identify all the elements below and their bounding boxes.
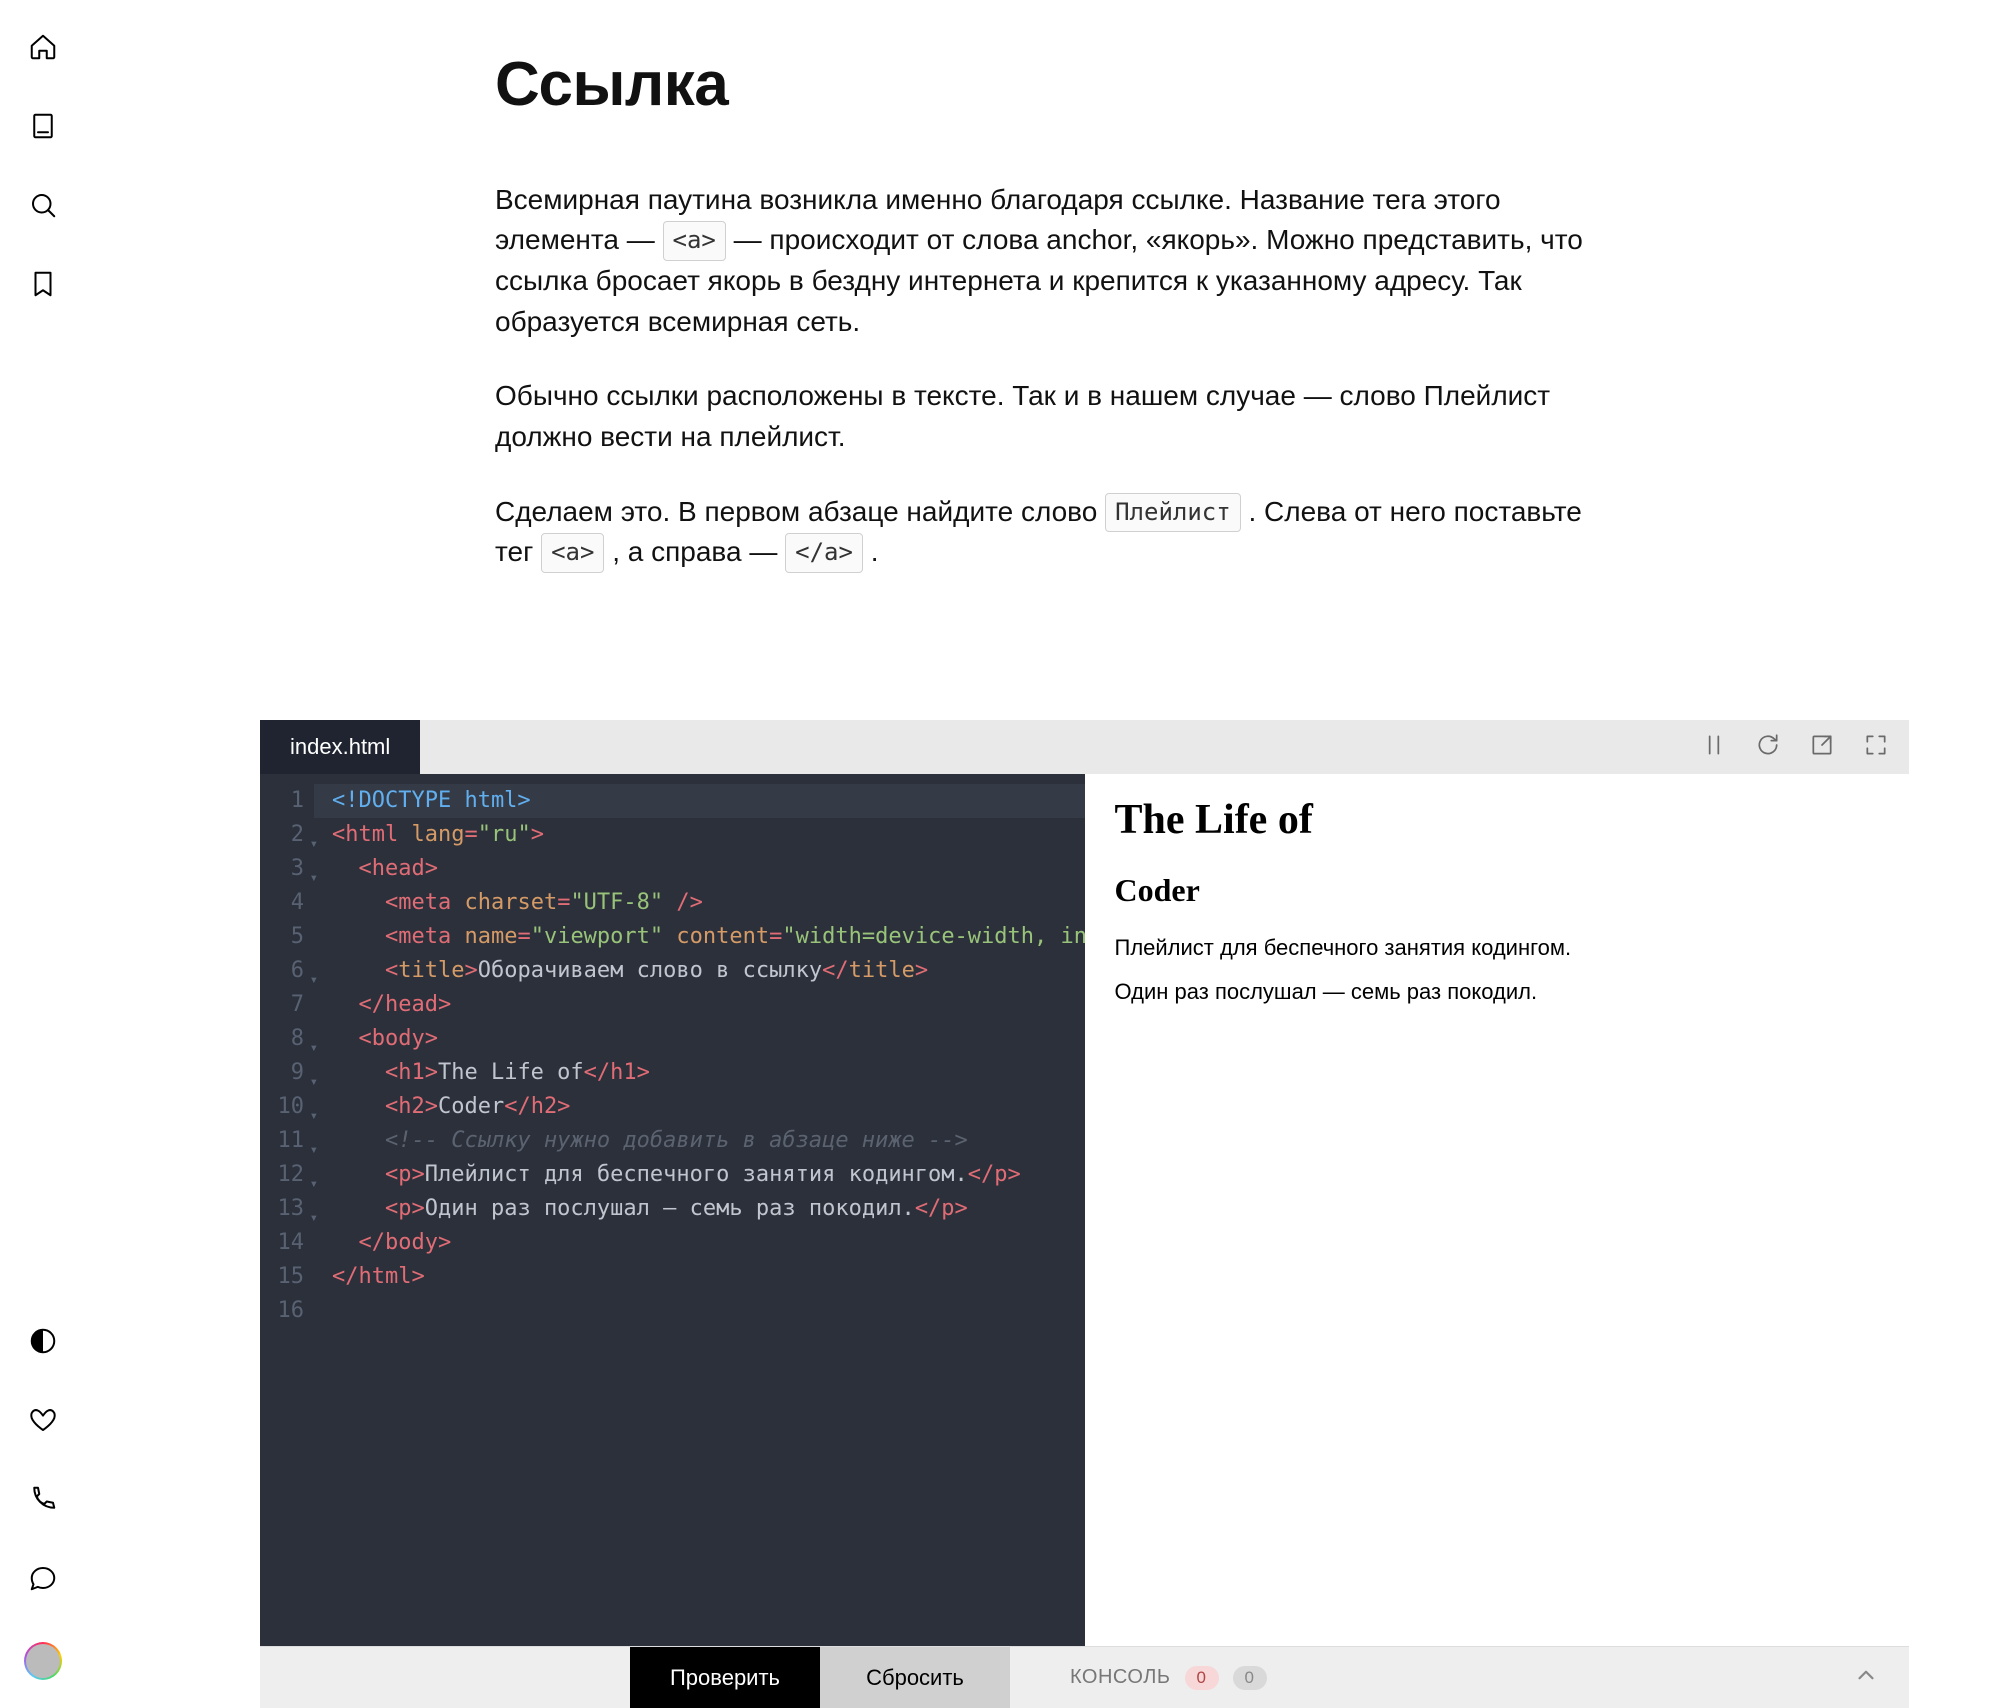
- chevron-up-icon[interactable]: [1853, 1662, 1879, 1694]
- preview-paragraph: Один раз послушал — семь раз покодил.: [1115, 979, 1880, 1005]
- editor-gutter: 12345678910111213141516: [260, 774, 314, 1646]
- ide-panel: index.html 12345678910111213141516 <: [260, 720, 1909, 1708]
- preview-h2: Coder: [1115, 872, 1880, 909]
- console-warnings-badge: 0: [1233, 1666, 1267, 1690]
- console-errors-badge: 0: [1185, 1666, 1219, 1690]
- ide-action-bar: Проверить Сбросить КОНСОЛЬ 0 0: [260, 1646, 1909, 1708]
- preview-pane: The Life of Coder Плейлист для беспечног…: [1085, 774, 1910, 1646]
- lesson-content: Ссылка Всемирная паутина возникла именно…: [495, 40, 1585, 607]
- lesson-paragraph-2: Обычно ссылки расположены в тексте. Так …: [495, 376, 1585, 457]
- reload-icon[interactable]: [1755, 732, 1781, 763]
- reset-button[interactable]: Сбросить: [820, 1647, 1010, 1708]
- tab-index-html[interactable]: index.html: [260, 720, 420, 774]
- code-chip: <a>: [663, 221, 726, 261]
- sidebar: [0, 0, 85, 1708]
- fullscreen-icon[interactable]: [1863, 732, 1889, 763]
- code-chip: Плейлист: [1105, 493, 1241, 533]
- bookmark-icon[interactable]: [28, 269, 58, 304]
- chat-icon[interactable]: [28, 1563, 58, 1598]
- search-icon[interactable]: [28, 190, 58, 225]
- heart-icon[interactable]: [28, 1405, 58, 1440]
- code-editor[interactable]: 12345678910111213141516 <!DOCTYPE html><…: [260, 774, 1085, 1646]
- phone-icon[interactable]: [28, 1484, 58, 1519]
- avatar[interactable]: [24, 1642, 62, 1680]
- open-new-window-icon[interactable]: [1809, 732, 1835, 763]
- pause-icon[interactable]: [1701, 732, 1727, 763]
- code-chip: </a>: [785, 533, 863, 573]
- check-button[interactable]: Проверить: [630, 1647, 820, 1708]
- book-icon[interactable]: [28, 111, 58, 146]
- theme-icon[interactable]: [28, 1326, 58, 1361]
- home-icon[interactable]: [28, 32, 58, 67]
- page-title: Ссылка: [495, 40, 1585, 130]
- code-chip: <a>: [541, 533, 604, 573]
- ide-tabbar: index.html: [260, 720, 1909, 774]
- lesson-paragraph-1: Всемирная паутина возникла именно благод…: [495, 180, 1585, 343]
- preview-paragraph: Плейлист для беспечного занятия кодингом…: [1115, 935, 1880, 961]
- editor-code[interactable]: <!DOCTYPE html><html lang="ru"> <head> <…: [314, 774, 1085, 1646]
- lesson-paragraph-3: Сделаем это. В первом абзаце найдите сло…: [495, 492, 1585, 574]
- console-bar[interactable]: КОНСОЛЬ 0 0: [1010, 1647, 1909, 1708]
- console-label: КОНСОЛЬ: [1070, 1666, 1171, 1689]
- preview-h1: The Life of: [1115, 796, 1880, 844]
